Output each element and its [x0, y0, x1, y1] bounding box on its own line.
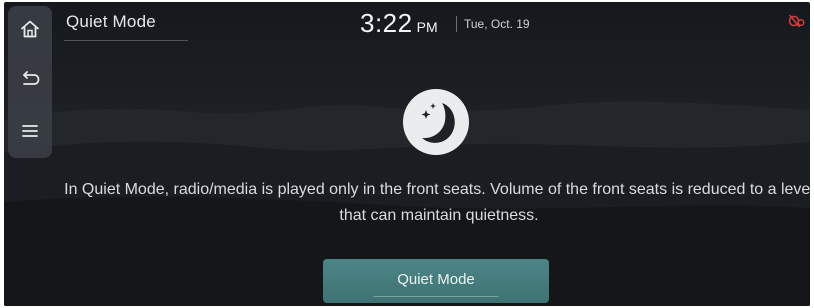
clock-ampm: PM — [416, 19, 438, 35]
sidebar — [8, 6, 52, 158]
clock-date: Tue, Oct. 19 — [464, 17, 530, 31]
page-title: Quiet Mode — [66, 12, 156, 31]
clock-time: 3:22 — [360, 8, 413, 38]
date-divider — [456, 16, 457, 32]
quiet-mode-button-label: Quiet Mode — [397, 270, 475, 288]
home-icon — [19, 18, 41, 40]
button-underline — [373, 296, 499, 297]
menu-icon — [19, 120, 41, 142]
sidebar-item-home[interactable] — [15, 14, 45, 44]
mic-off-icon — [788, 14, 806, 28]
sidebar-item-menu[interactable] — [15, 116, 45, 146]
back-icon — [19, 68, 41, 90]
sidebar-item-back[interactable] — [15, 64, 45, 94]
quiet-mode-moon-icon — [402, 88, 470, 156]
title-underline — [64, 40, 188, 41]
screen: Quiet Mode 3:22 PM Tue, Oct. 19 In Quiet … — [4, 2, 810, 306]
quiet-mode-button[interactable]: Quiet Mode — [323, 259, 549, 303]
quiet-mode-description: In Quiet Mode, radio/media is played onl… — [64, 181, 810, 224]
clock: 3:22 PM — [360, 8, 438, 39]
